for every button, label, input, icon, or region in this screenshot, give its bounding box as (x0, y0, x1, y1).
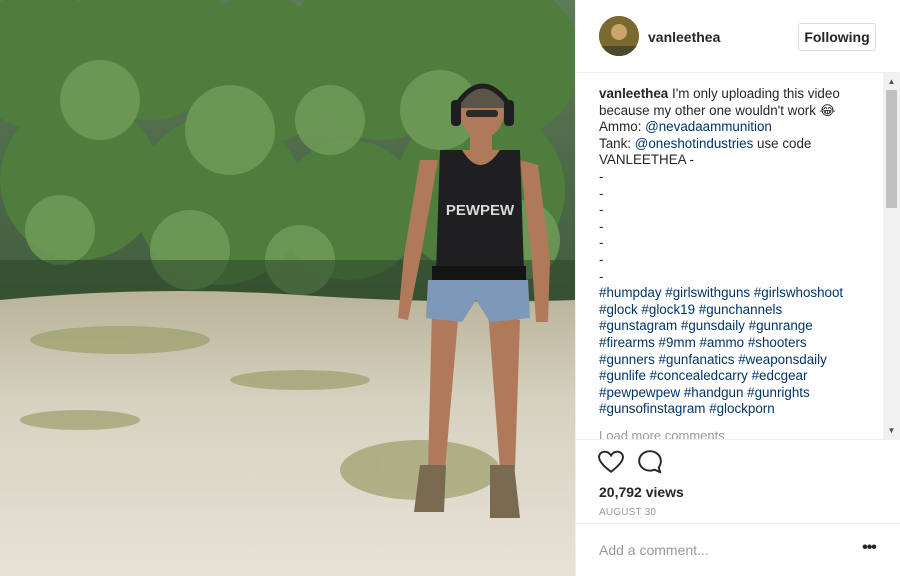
hashtag-line[interactable]: #humpday #girlswithguns #girlswhoshoot (599, 285, 881, 302)
shirt-text: PEWPEW (446, 202, 515, 219)
view-count: 20,792 views (599, 484, 684, 500)
caption-username[interactable]: vanleethea (599, 86, 668, 101)
post-actions: 20,792 views AUGUST 30 (576, 439, 900, 523)
hashtag-line[interactable]: #pewpewpew #handgun #gunrights (599, 385, 881, 402)
hashtag-line[interactable]: #glock #glock19 #gunchannels (599, 302, 881, 319)
tank-suffix: use code (753, 135, 812, 151)
add-comment-input[interactable] (599, 538, 839, 562)
heart-icon[interactable] (598, 449, 624, 475)
load-more-comments[interactable]: Load more comments (599, 428, 725, 439)
mention-link[interactable]: @oneshotindustries (635, 136, 754, 151)
caption-text: because my other one wouldn't work 😂 (599, 102, 836, 118)
caption-dash: - (599, 202, 604, 218)
caption-dash: - (599, 218, 604, 234)
header-username[interactable]: vanleethea (648, 29, 720, 45)
caption-line: vanleethea I'm only uploading this video (599, 86, 881, 103)
caption-dash: - (599, 185, 604, 201)
comments-scrollbar[interactable]: ▲ ▼ (883, 73, 900, 439)
hashtag-line[interactable]: #firearms #9mm #ammo #shooters (599, 335, 881, 352)
more-options-icon[interactable]: ••• (860, 540, 878, 560)
scroll-up-icon[interactable]: ▲ (883, 73, 900, 90)
avatar[interactable] (599, 16, 639, 56)
caption-line: Ammo: @nevadaammunition (599, 119, 881, 136)
scroll-down-icon[interactable]: ▼ (883, 422, 900, 439)
comments-list: vanleethea I'm only uploading this video… (576, 73, 900, 439)
caption: vanleethea I'm only uploading this video… (599, 86, 881, 418)
post-header: vanleethea Following (576, 0, 900, 73)
hashtag-line[interactable]: #gunsofinstagram #glockporn (599, 401, 881, 418)
post-video[interactable]: PEWPEW (0, 0, 575, 576)
post-date: AUGUST 30 (599, 507, 657, 518)
caption-text: I'm only uploading this video (671, 86, 840, 101)
caption-dash: - (599, 168, 604, 184)
scrollbar-thumb[interactable] (886, 90, 897, 208)
following-button[interactable]: Following (798, 23, 876, 51)
add-comment-bar: ••• (576, 523, 900, 576)
hashtag-line[interactable]: #gunstagram #gunsdaily #gunrange (599, 318, 881, 335)
ammo-label: Ammo: (599, 119, 646, 135)
mention-link[interactable]: @nevadaammunition (645, 119, 772, 134)
video-frame: PEWPEW (0, 0, 575, 576)
caption-dash: - (599, 251, 604, 267)
caption-dash: - (599, 268, 604, 284)
caption-line: Tank: @oneshotindustries use code (599, 136, 881, 153)
hashtag-line[interactable]: #gunlife #concealedcarry #edcgear (599, 368, 881, 385)
tank-label: Tank: (599, 135, 635, 151)
caption-dash: - (599, 235, 604, 251)
hashtag-line[interactable]: #gunners #gunfanatics #weaponsdaily (599, 352, 881, 369)
comment-bubble-icon[interactable] (637, 449, 663, 475)
post-side-panel: vanleethea Following vanleethea I'm only… (575, 0, 900, 576)
discount-code: VANLEETHEA - (599, 152, 695, 168)
